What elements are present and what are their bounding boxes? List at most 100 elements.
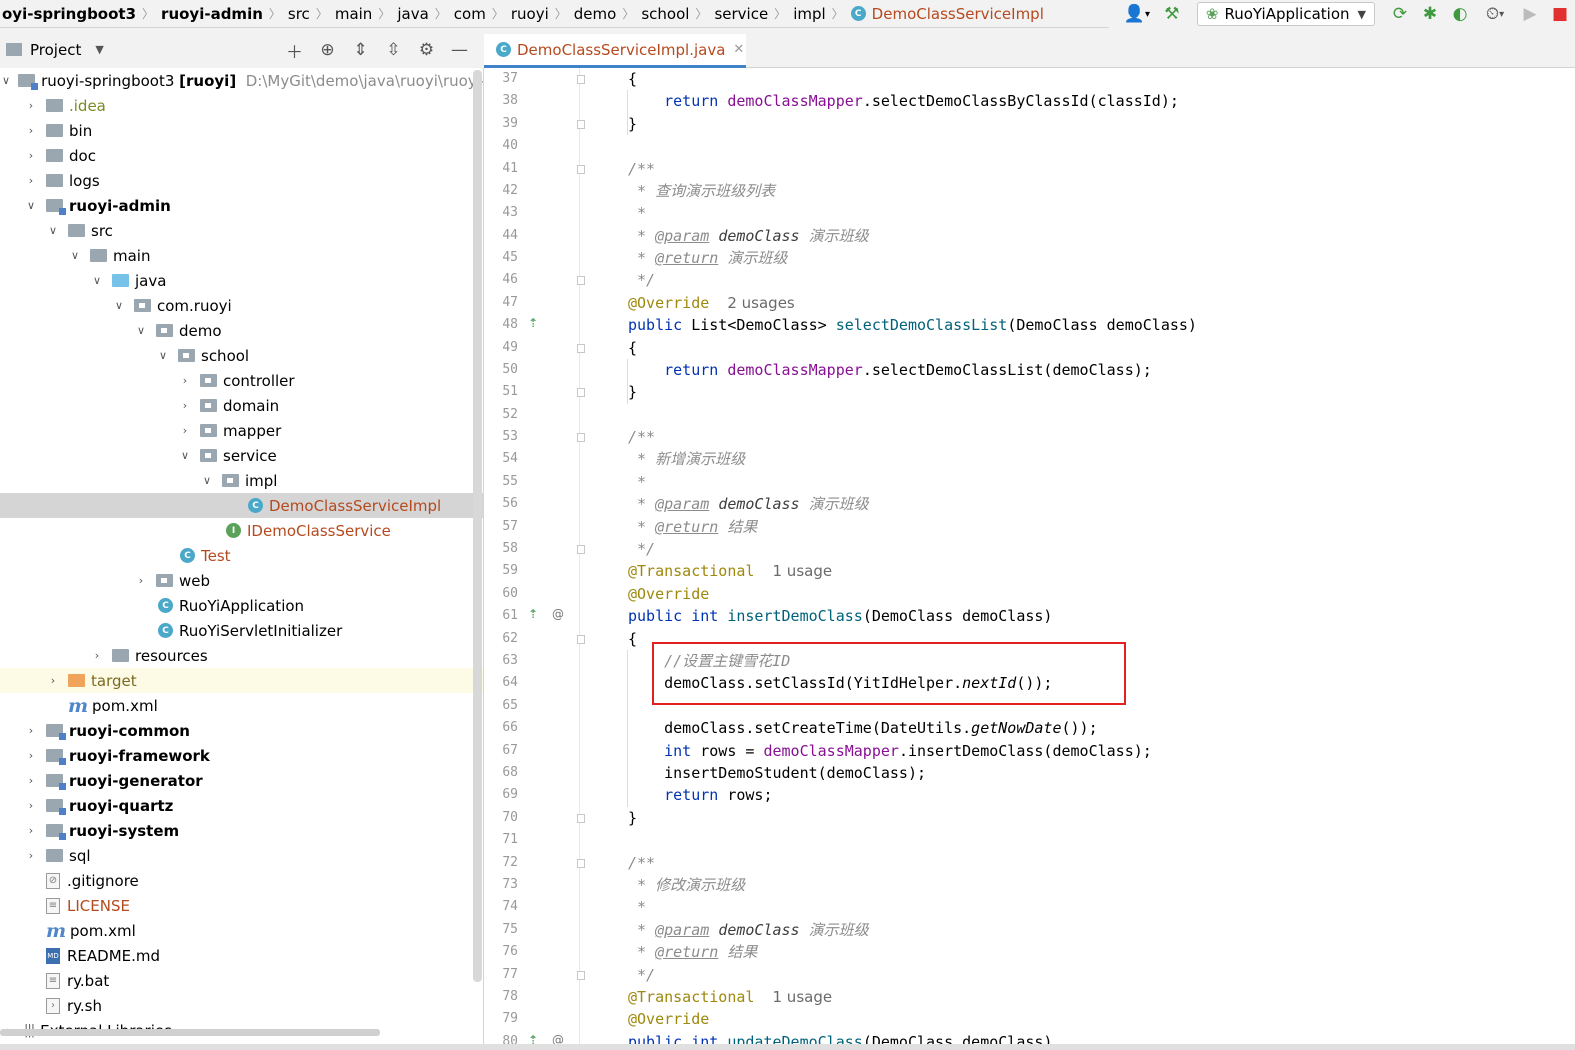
tree-item-impl[interactable]: ∨ impl xyxy=(0,468,483,493)
fold-marker-icon[interactable] xyxy=(577,635,585,644)
tab-demo-class-service-impl[interactable]: C DemoClassServiceImpl.java ✕ xyxy=(484,34,746,68)
tree-item-target[interactable]: › target xyxy=(0,668,483,693)
tree-item-com-ruoyi[interactable]: ∨ com.ruoyi xyxy=(0,293,483,318)
breadcrumb-impl[interactable]: impl xyxy=(791,5,828,23)
tree-item-ruoyi-servlet-initializer[interactable]: C RuoYiServletInitializer xyxy=(0,618,483,643)
breadcrumb-service[interactable]: service xyxy=(712,5,771,23)
line-number: 55 xyxy=(502,474,518,489)
tree-item-ruoyi-application[interactable]: C RuoYiApplication xyxy=(0,593,483,618)
fold-marker-icon[interactable] xyxy=(577,75,585,84)
tree-item-idemo-class-service[interactable]: I IDemoClassService xyxy=(0,518,483,543)
breadcrumb-school[interactable]: school xyxy=(639,5,692,23)
tree-item-ruoyi-admin[interactable]: ∨ ruoyi-admin xyxy=(0,193,483,218)
tree-item-project-root[interactable]: ∨ ruoyi-springboot3 [ruoyi] D:\MyGit\demo… xyxy=(0,68,483,93)
gear-icon[interactable]: ⚙ xyxy=(410,40,443,60)
tree-item-java[interactable]: ∨ java xyxy=(0,268,483,293)
add-icon[interactable]: ＋ xyxy=(278,38,311,63)
breadcrumb-src[interactable]: src xyxy=(286,5,313,23)
fold-marker-icon[interactable] xyxy=(577,276,585,285)
tree-item-ruoyi-framework[interactable]: › ruoyi-framework xyxy=(0,743,483,768)
breadcrumb-main[interactable]: main xyxy=(333,5,375,23)
tree-item-demo-class-service-impl[interactable]: C DemoClassServiceImpl xyxy=(0,493,483,518)
tree-item-readme[interactable]: MD README.md xyxy=(0,943,483,968)
folder-icon xyxy=(46,149,63,162)
fold-marker-icon[interactable] xyxy=(577,814,585,823)
tree-item-idea[interactable]: › .idea xyxy=(0,93,483,118)
text-file-icon: ≡ xyxy=(46,897,60,914)
tree-item-demo[interactable]: ∨ demo xyxy=(0,318,483,343)
breadcrumb-demo[interactable]: demo xyxy=(572,5,620,23)
profile-icon[interactable]: ⏲ ▾ xyxy=(1475,0,1515,28)
fold-marker-icon[interactable] xyxy=(577,388,585,397)
breadcrumb-class[interactable]: C DemoClassServiceImpl xyxy=(849,5,1047,23)
package-icon xyxy=(134,299,151,312)
collapse-all-icon[interactable]: ⇳ xyxy=(377,40,410,60)
run-configuration-select[interactable]: ❀ RuoYiApplication ▼ xyxy=(1196,2,1375,26)
tree-item-controller[interactable]: › controller xyxy=(0,368,483,393)
tree-item-ruoyi-quartz[interactable]: › ruoyi-quartz xyxy=(0,793,483,818)
project-panel-title[interactable]: Project xyxy=(30,41,81,59)
fold-marker-icon[interactable] xyxy=(577,545,585,554)
build-hammer-icon[interactable]: ⚒ xyxy=(1157,0,1187,28)
tree-item-sql[interactable]: › sql xyxy=(0,843,483,868)
usages-hint[interactable]: 1 usage xyxy=(773,562,833,580)
annotation-marker-icon[interactable]: @ xyxy=(552,607,564,621)
fold-marker-icon[interactable] xyxy=(577,971,585,980)
line-number: 71 xyxy=(502,832,518,847)
breadcrumb-java[interactable]: java xyxy=(395,5,431,23)
tree-item-logs[interactable]: › logs xyxy=(0,168,483,193)
fold-marker-icon[interactable] xyxy=(577,120,585,129)
fold-marker-icon[interactable] xyxy=(577,165,585,174)
line-number: 43 xyxy=(502,205,518,220)
tree-item-license[interactable]: ≡ LICENSE xyxy=(0,893,483,918)
locate-target-icon[interactable]: ⊕ xyxy=(311,40,344,60)
tree-item-test[interactable]: C Test xyxy=(0,543,483,568)
fold-marker-icon[interactable] xyxy=(577,859,585,868)
fold-marker-icon[interactable] xyxy=(577,344,585,353)
run-play-icon[interactable]: ▶ xyxy=(1515,0,1545,28)
tree-item-resources[interactable]: › resources xyxy=(0,643,483,668)
expand-all-icon[interactable]: ⇕ xyxy=(344,40,377,60)
minimize-icon[interactable]: — xyxy=(443,40,476,60)
tree-horizontal-scrollbar[interactable] xyxy=(0,1029,380,1036)
code-line-48: public List<DemoClass> selectDemoClassLi… xyxy=(628,316,1197,334)
tree-item-school[interactable]: ∨ school xyxy=(0,343,483,368)
close-icon[interactable]: ✕ xyxy=(733,42,744,57)
rerun-icon[interactable]: ⟳ xyxy=(1385,0,1415,28)
implements-method-icon[interactable]: ⇡ xyxy=(528,607,538,621)
chevron-right-icon: 〉 xyxy=(695,7,708,21)
coverage-icon[interactable]: ◐ xyxy=(1445,0,1475,28)
usages-hint[interactable]: 1 usage xyxy=(773,988,833,1006)
user-account-icon[interactable]: 👤 ▾ xyxy=(1117,0,1157,28)
tree-item-root-pom[interactable]: m pom.xml xyxy=(0,918,483,943)
implements-method-icon[interactable]: ⇡ xyxy=(528,316,538,330)
tree-item-ruoyi-generator[interactable]: › ruoyi-generator xyxy=(0,768,483,793)
stop-icon[interactable]: ■ xyxy=(1545,0,1575,28)
usages-hint[interactable]: 2 usages xyxy=(727,294,794,312)
tree-item-domain[interactable]: › domain xyxy=(0,393,483,418)
tree-item-ruoyi-common[interactable]: › ruoyi-common xyxy=(0,718,483,743)
tree-item-doc[interactable]: › doc xyxy=(0,143,483,168)
tree-item-service[interactable]: ∨ service xyxy=(0,443,483,468)
tree-item-src[interactable]: ∨ src xyxy=(0,218,483,243)
tree-item-ry-sh[interactable]: › ry.sh xyxy=(0,993,483,1018)
chevron-down-icon[interactable]: ▼ xyxy=(95,43,103,56)
line-number: 46 xyxy=(502,272,518,287)
tree-item-bin[interactable]: › bin xyxy=(0,118,483,143)
tree-item-admin-pom[interactable]: m pom.xml xyxy=(0,693,483,718)
tree-item-main[interactable]: ∨ main xyxy=(0,243,483,268)
code-editor[interactable]: 37 38 39 40 41 42 43 44 45 46 47 48 49 50 51 52 53 54 55 56… xyxy=(484,68,1575,1050)
tree-item-ruoyi-system[interactable]: › ruoyi-system xyxy=(0,818,483,843)
tree-item-ry-bat[interactable]: ≡ ry.bat xyxy=(0,968,483,993)
tree-item-mapper[interactable]: › mapper xyxy=(0,418,483,443)
tree-vertical-scrollbar[interactable] xyxy=(473,70,482,982)
breadcrumb-root[interactable]: oyi-springboot3 xyxy=(0,5,139,23)
breadcrumb-com[interactable]: com xyxy=(452,5,489,23)
fold-marker-icon[interactable] xyxy=(577,433,585,442)
debug-bug-icon[interactable]: ✱ xyxy=(1415,0,1445,28)
breadcrumb-module[interactable]: ruoyi-admin xyxy=(159,5,266,23)
tree-item-web[interactable]: › web xyxy=(0,568,483,593)
tree-item-gitignore[interactable]: ⊘ .gitignore xyxy=(0,868,483,893)
breadcrumb-ruoyi[interactable]: ruoyi xyxy=(509,5,552,23)
code-line-74: * xyxy=(628,898,647,916)
